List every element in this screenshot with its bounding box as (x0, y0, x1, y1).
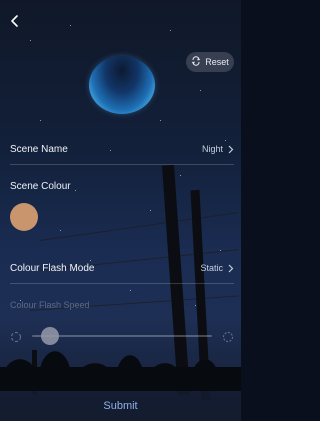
chevron-right-icon (228, 264, 234, 272)
submit-label: Submit (103, 400, 138, 412)
colour-flash-speed-row: Colour Flash Speed (10, 295, 234, 315)
divider (10, 164, 234, 165)
flash-speed-slider[interactable] (10, 326, 234, 346)
scene-name-value: Night (201, 144, 223, 154)
divider (10, 283, 234, 284)
scene-preview-moon (89, 56, 155, 114)
colour-flash-mode-label: Colour Flash Mode (10, 262, 95, 274)
reset-button[interactable]: Reset (186, 52, 234, 72)
refresh-icon (191, 56, 201, 68)
scene-name-label: Scene Name (10, 143, 68, 155)
reset-label: Reset (205, 57, 229, 67)
slider-thumb[interactable] (41, 327, 59, 345)
scene-colour-row: Scene Colour (10, 176, 234, 196)
chevron-left-icon[interactable] (8, 14, 22, 28)
scene-colour-swatch[interactable] (10, 203, 38, 231)
slider-track (32, 335, 212, 337)
fast-speed-icon (222, 330, 234, 342)
chevron-right-icon (228, 145, 234, 153)
slow-speed-icon (10, 330, 22, 342)
colour-flash-speed-label: Colour Flash Speed (10, 300, 90, 310)
scene-colour-label: Scene Colour (10, 180, 71, 192)
scene-name-row[interactable]: Scene Name Night (10, 139, 234, 159)
colour-flash-mode-value: Static (200, 263, 223, 273)
colour-flash-mode-row[interactable]: Colour Flash Mode Static (10, 258, 234, 278)
submit-button[interactable]: Submit (0, 391, 241, 421)
